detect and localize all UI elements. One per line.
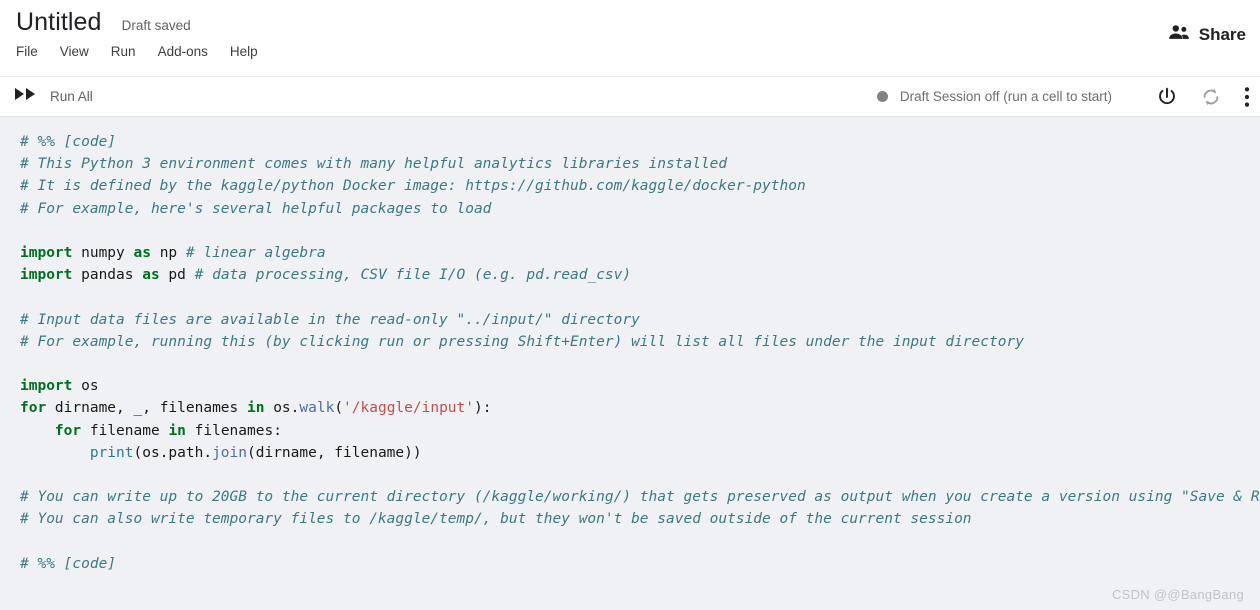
menu-item-run[interactable]: Run — [111, 43, 136, 61]
notebook-title[interactable]: Untitled — [16, 8, 102, 37]
code-token: import — [20, 378, 73, 395]
code-line: # Input data files are available in the … — [20, 312, 640, 328]
code-token: as — [133, 245, 151, 262]
code-token: import — [20, 267, 73, 284]
code-line: # You can write up to 20GB to the curren… — [20, 489, 1260, 505]
status-dot-icon — [876, 91, 888, 102]
code-token: print — [89, 444, 134, 461]
code-token: pandas — [72, 267, 143, 284]
menu-item-add-ons[interactable]: Add-ons — [158, 43, 208, 61]
code-token: # For example, here's several helpful pa… — [20, 200, 492, 217]
code-token: as — [142, 267, 160, 284]
notebook-toolbar: Run All Draft Session off (run a cell to… — [0, 76, 1260, 117]
code-token: os — [72, 378, 99, 395]
fast-forward-icon — [14, 87, 38, 106]
toolbar-icons — [1156, 86, 1250, 108]
code-token: # Input data files are available in the … — [20, 311, 640, 328]
code-token: in — [247, 400, 265, 417]
code-token: # You can also write temporary files to … — [20, 511, 972, 528]
code-token: pd — [159, 267, 195, 284]
run-all-button[interactable]: Run All — [14, 87, 93, 106]
refresh-icon[interactable] — [1200, 86, 1222, 108]
more-vertical-icon[interactable] — [1244, 86, 1250, 108]
code-line: import pandas as pd # data processing, C… — [20, 267, 631, 283]
session-status: Draft Session off (run a cell to start) — [876, 89, 1112, 104]
code-token: # %% [code] — [20, 134, 117, 150]
code-token: walk — [299, 400, 335, 417]
code-token: for — [54, 422, 82, 439]
code-line: # It is defined by the kaggle/python Doc… — [20, 178, 806, 194]
watermark-label: CSDN @@BangBang — [1111, 587, 1244, 602]
code-editor-content[interactable]: # %% [code] # This Python 3 environment … — [20, 131, 1260, 575]
power-icon[interactable] — [1156, 86, 1178, 108]
menu-item-view[interactable]: View — [60, 43, 89, 61]
code-token: for — [20, 400, 47, 417]
session-status-label: Draft Session off (run a cell to start) — [899, 89, 1112, 104]
share-label: Share — [1198, 24, 1246, 44]
code-token: filename — [81, 422, 169, 439]
code-line: import os — [20, 378, 99, 394]
code-token: # It is defined by the kaggle/python Doc… — [20, 178, 806, 195]
code-token: '/kaggle/input' — [343, 400, 474, 417]
code-line: # For example, here's several helpful pa… — [20, 201, 491, 217]
code-token: dirname, _, filenames — [46, 400, 247, 417]
code-token: # linear algebra — [185, 245, 326, 262]
code-line: import numpy as np # linear algebra — [20, 245, 326, 261]
code-token: join — [212, 444, 247, 461]
code-token: # For example, running this (by clicking… — [20, 333, 1024, 350]
code-token: # %% [code] — [20, 555, 117, 572]
code-token: (dirname, filename)) — [247, 444, 422, 461]
code-line: # For example, running this (by clicking… — [20, 334, 1024, 350]
code-token: os. — [264, 400, 300, 417]
people-icon — [1168, 24, 1190, 45]
code-token: in — [168, 422, 186, 439]
menu-item-file[interactable]: File — [16, 43, 38, 61]
share-button[interactable]: Share — [1168, 24, 1246, 45]
draft-status-label: Draft saved — [121, 18, 191, 33]
menu-bar: File View Run Add-ons Help — [16, 43, 1244, 61]
code-line: # You can also write temporary files to … — [20, 511, 972, 527]
code-token: np — [150, 245, 186, 262]
code-token: ( — [334, 400, 344, 417]
code-token: . — [203, 444, 213, 461]
code-token: (os. — [133, 444, 169, 461]
title-row: Untitled Draft saved — [16, 0, 1244, 37]
code-line: for dirname, _, filenames in os.walk('/k… — [20, 400, 491, 416]
code-token: ): — [474, 400, 492, 417]
code-line: # This Python 3 environment comes with m… — [20, 156, 727, 172]
code-line: print(os.path.join(dirname, filename)) — [20, 445, 422, 461]
code-line: for filename in filenames: — [20, 423, 282, 439]
menu-item-help[interactable]: Help — [230, 43, 258, 61]
code-token: # This Python 3 environment comes with m… — [20, 156, 728, 173]
code-token: filenames: — [185, 422, 282, 439]
run-all-label: Run All — [50, 89, 93, 104]
code-line: # %% [code] — [20, 134, 116, 150]
notebook-header: Untitled Draft saved File View Run Add-o… — [0, 0, 1260, 76]
code-line: # %% [code] — [20, 556, 116, 572]
code-cell[interactable]: # %% [code] # This Python 3 environment … — [0, 117, 1260, 610]
code-token: numpy — [72, 245, 134, 262]
code-token: import — [20, 245, 73, 262]
code-token: # You can write up to 20GB to the curren… — [20, 489, 1260, 506]
code-token: # data processing, CSV file I/O (e.g. pd… — [194, 267, 632, 284]
code-token: path — [168, 444, 204, 461]
